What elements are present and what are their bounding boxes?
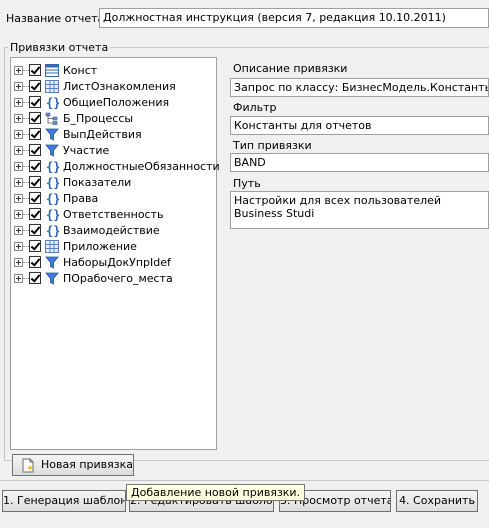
expand-icon[interactable] bbox=[14, 114, 23, 123]
filter-icon bbox=[45, 256, 59, 269]
tree-item-label: Ответственность bbox=[63, 208, 164, 221]
description-label: Описание привязки bbox=[233, 62, 348, 75]
expand-icon[interactable] bbox=[14, 210, 23, 219]
tree-item-checkbox[interactable] bbox=[29, 208, 41, 220]
table-blue-icon bbox=[45, 64, 59, 77]
expand-icon[interactable] bbox=[14, 162, 23, 171]
tree-item-label: Приложение bbox=[63, 240, 137, 253]
tree-item-checkbox[interactable] bbox=[29, 144, 41, 156]
new-binding-label: Новая привязка bbox=[41, 458, 133, 471]
report-name-label: Название отчета: bbox=[6, 12, 108, 25]
tree-item-checkbox[interactable] bbox=[29, 192, 41, 204]
save-button[interactable]: 4. Сохранить bbox=[396, 490, 478, 512]
path-field[interactable]: Настройки для всех пользователей Busines… bbox=[230, 191, 489, 229]
braces-icon: {} bbox=[45, 192, 60, 206]
description-field[interactable]: Запрос по классу: БизнесМодель.Константы… bbox=[230, 78, 489, 97]
tree-item-label: Показатели bbox=[63, 176, 132, 189]
expand-icon[interactable] bbox=[14, 130, 23, 139]
braces-icon: {} bbox=[45, 96, 60, 110]
expand-icon[interactable] bbox=[14, 242, 23, 251]
tree-item-checkbox[interactable] bbox=[29, 96, 41, 108]
tree-item-checkbox[interactable] bbox=[29, 112, 41, 124]
expand-icon[interactable] bbox=[14, 178, 23, 187]
tree-item-checkbox[interactable] bbox=[29, 80, 41, 92]
tree-item-checkbox[interactable] bbox=[29, 272, 41, 284]
tree-item-label: ДолжностныеОбязанности bbox=[63, 160, 220, 173]
tree-item-label: Права bbox=[63, 192, 99, 205]
tree-item[interactable]: Приложение bbox=[11, 239, 211, 255]
tree-item-checkbox[interactable] bbox=[29, 128, 41, 140]
tree-item-checkbox[interactable] bbox=[29, 240, 41, 252]
bindings-group-title: Привязки отчета bbox=[8, 41, 111, 54]
expand-icon[interactable] bbox=[14, 66, 23, 75]
tree-item-label: НаборыДокУпрIdef bbox=[63, 256, 171, 269]
tree-item[interactable]: {} Ответственность bbox=[11, 207, 211, 223]
filter-icon bbox=[45, 144, 59, 157]
tree-item-label: ВыпДействия bbox=[63, 128, 142, 141]
svg-text:{}: {} bbox=[46, 224, 59, 237]
tree-item[interactable]: {} ДолжностныеОбязанности bbox=[11, 159, 220, 175]
tree-item[interactable]: {} Показатели bbox=[11, 175, 211, 191]
tree-item-checkbox[interactable] bbox=[29, 176, 41, 188]
binding-type-field[interactable]: BAND bbox=[230, 153, 489, 172]
process-tree-icon bbox=[45, 112, 59, 125]
tree-item-label: ПОрабочего_места bbox=[63, 272, 173, 285]
svg-text:{}: {} bbox=[46, 96, 59, 109]
tree-item-label: Взаимодействие bbox=[63, 224, 160, 237]
expand-icon[interactable] bbox=[14, 146, 23, 155]
tree-item-label: ЛистОзнакомления bbox=[63, 80, 176, 93]
svg-text:{}: {} bbox=[46, 208, 59, 221]
tree-item[interactable]: Участие bbox=[11, 143, 211, 159]
filter-label: Фильтр bbox=[233, 101, 277, 114]
tree-item[interactable]: НаборыДокУпрIdef bbox=[11, 255, 211, 271]
tree-item-checkbox[interactable] bbox=[29, 256, 41, 268]
expand-icon[interactable] bbox=[14, 98, 23, 107]
tree-item-checkbox[interactable] bbox=[29, 64, 41, 76]
tree-item-label: Конст bbox=[63, 64, 98, 77]
braces-icon: {} bbox=[45, 176, 60, 190]
braces-icon: {} bbox=[45, 208, 60, 222]
tree-item-checkbox[interactable] bbox=[29, 224, 41, 236]
expand-icon[interactable] bbox=[14, 274, 23, 283]
svg-text:{}: {} bbox=[46, 176, 59, 189]
expand-icon[interactable] bbox=[14, 226, 23, 235]
tree-item[interactable]: ВыпДействия bbox=[11, 127, 211, 143]
filter-icon bbox=[45, 128, 59, 141]
tree-item-label: Участие bbox=[63, 144, 110, 157]
report-name-field[interactable]: Должностная инструкция (версия 7, редакц… bbox=[99, 8, 489, 28]
footer-divider bbox=[0, 480, 489, 481]
new-binding-button[interactable]: Новая привязка bbox=[12, 454, 134, 476]
braces-icon: {} bbox=[45, 224, 60, 238]
tree-item-label: ОбщиеПоложения bbox=[63, 96, 170, 109]
tree-item[interactable]: {} ОбщиеПоложения bbox=[11, 95, 211, 111]
tree-item[interactable]: ПОрабочего_места bbox=[11, 271, 211, 287]
expand-icon[interactable] bbox=[14, 194, 23, 203]
tree-item[interactable]: Б_Процессы bbox=[11, 111, 211, 127]
filter-field[interactable]: Константы для отчетов bbox=[230, 116, 489, 135]
tree-item-label: Б_Процессы bbox=[63, 112, 134, 125]
binding-type-label: Тип привязки bbox=[233, 139, 312, 152]
tree-item[interactable]: {} Взаимодействие bbox=[11, 223, 211, 239]
svg-text:{}: {} bbox=[46, 160, 59, 173]
svg-text:{}: {} bbox=[46, 192, 59, 205]
tree-item[interactable]: Конст bbox=[11, 63, 211, 79]
braces-icon: {} bbox=[45, 160, 60, 174]
path-label: Путь bbox=[233, 177, 261, 190]
grid-icon bbox=[45, 240, 59, 253]
expand-icon[interactable] bbox=[14, 82, 23, 91]
new-document-icon bbox=[21, 458, 35, 473]
generate-template-button[interactable]: 1. Генерация шаблона bbox=[2, 490, 126, 512]
grid-icon bbox=[45, 80, 59, 93]
tree-item[interactable]: ЛистОзнакомления bbox=[11, 79, 211, 95]
new-binding-tooltip: Добавление новой привязки. bbox=[126, 484, 306, 501]
tree-item[interactable]: {} Права bbox=[11, 191, 211, 207]
tree-item-checkbox[interactable] bbox=[29, 160, 41, 172]
expand-icon[interactable] bbox=[14, 258, 23, 267]
filter-icon bbox=[45, 272, 59, 285]
bindings-tree[interactable]: Конст ЛистОзнакомления {} ОбщиеПоложения Б_П… bbox=[10, 57, 220, 450]
